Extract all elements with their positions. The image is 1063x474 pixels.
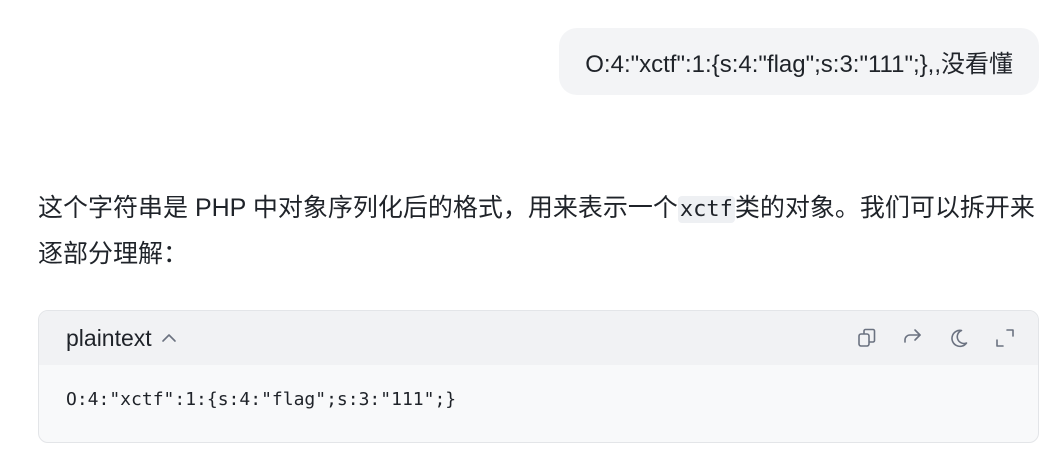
chevron-up-icon	[160, 329, 178, 347]
code-content: O:4:"xctf":1:{s:4:"flag";s:3:"111";}	[66, 389, 457, 410]
code-language-label: plaintext	[66, 324, 152, 351]
share-icon[interactable]	[900, 325, 926, 351]
expand-icon[interactable]	[992, 325, 1018, 351]
user-message-bubble: O:4:"xctf":1:{s:4:"flag";s:3:"111";},,没看…	[559, 28, 1039, 95]
user-message-text: O:4:"xctf":1:{s:4:"flag";s:3:"111";},,没看…	[585, 51, 1013, 78]
code-block-toolbar	[854, 325, 1018, 351]
theme-toggle-icon[interactable]	[946, 325, 972, 351]
chat-page: O:4:"xctf":1:{s:4:"flag";s:3:"111";},,没看…	[0, 0, 1063, 474]
inline-code: xctf	[677, 196, 735, 223]
assistant-answer-text: 这个字符串是 PHP 中对象序列化后的格式，用来表示一个xctf类的对象。我们可…	[38, 186, 1038, 277]
code-block: plaintext O:4:"xctf":1:{s:4:"flag";s:3:"…	[38, 310, 1039, 443]
copy-icon[interactable]	[854, 325, 880, 351]
code-block-header: plaintext	[39, 311, 1038, 365]
language-collapse-toggle[interactable]: plaintext	[66, 325, 178, 352]
answer-text-before: 这个字符串是 PHP 中对象序列化后的格式，用来表示一个	[38, 194, 678, 222]
